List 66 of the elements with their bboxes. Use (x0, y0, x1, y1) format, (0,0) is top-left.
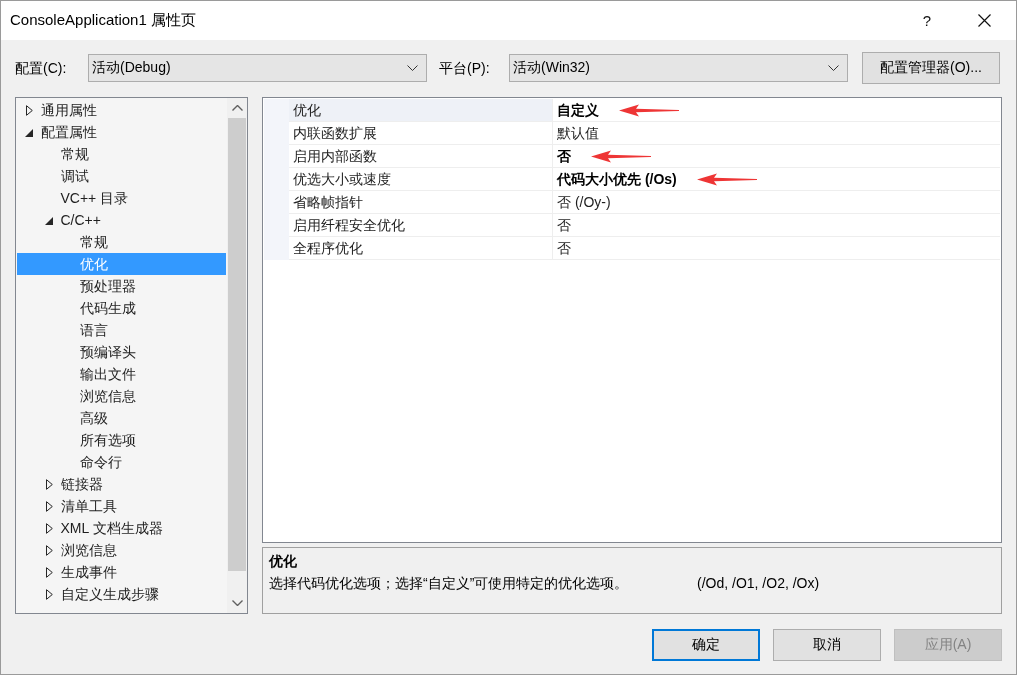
caret-right-icon[interactable] (45, 544, 53, 556)
caret-right-icon[interactable] (26, 104, 33, 116)
tree-item[interactable]: 常规 (17, 231, 226, 253)
scrollbar-thumb[interactable] (228, 118, 246, 571)
property-row[interactable]: 省略帧指针 否 (/Oy-) (264, 191, 1000, 214)
window-title: ConsoleApplication1 属性页 (10, 11, 196, 30)
tree-item[interactable]: 清单工具 (17, 495, 226, 517)
platform-label: 平台(P): (439, 59, 491, 78)
chevron-down-icon (407, 65, 418, 71)
property-value: 否 (/Oy-) (557, 193, 611, 212)
property-value: 默认值 (557, 124, 599, 143)
scrollbar[interactable] (227, 98, 247, 613)
property-row[interactable]: 优选大小或速度 代码大小优先 (/Os) (264, 168, 1000, 191)
tree-item[interactable]: 常规 (17, 143, 226, 165)
caret-right-icon[interactable] (45, 500, 53, 512)
dialog-button[interactable]: 确定 (652, 629, 760, 661)
caret-right-icon[interactable] (45, 588, 53, 600)
tree-item[interactable]: 链接器 (17, 473, 226, 495)
configuration-dropdown[interactable]: 活动(Debug) (88, 54, 427, 82)
tree-item[interactable]: 预处理器 (17, 275, 226, 297)
tree-item[interactable]: XML 文档生成器 (17, 517, 226, 539)
chevron-down-icon[interactable] (231, 600, 243, 606)
configuration-label: 配置(C): (15, 59, 68, 78)
tree-item[interactable]: 通用属性 (17, 99, 226, 121)
configuration-manager-button[interactable]: 配置管理器(O)... (862, 52, 1000, 84)
tree-item[interactable]: 预编译头 (17, 341, 226, 363)
property-row[interactable]: 优化 自定义 (264, 99, 1000, 122)
tree-item[interactable]: 语言 (17, 319, 226, 341)
tree-item[interactable]: 所有选项 (17, 429, 226, 451)
description-switches: (/Od, /O1, /O2, /Ox) (697, 574, 820, 593)
tree-item[interactable]: 自定义生成步骤 (17, 583, 226, 605)
help-button[interactable]: ? (904, 1, 950, 40)
platform-dropdown[interactable]: 活动(Win32) (509, 54, 848, 82)
property-value: 否 (557, 239, 571, 258)
property-row[interactable]: 启用内部函数 否 (264, 145, 1000, 168)
tree-item[interactable]: VC++ 目录 (17, 187, 226, 209)
tree-item[interactable]: 高级 (17, 407, 226, 429)
description-title: 优化 (269, 552, 298, 571)
caret-down-icon[interactable] (25, 129, 33, 137)
property-row[interactable]: 内联函数扩展 默认值 (264, 122, 1000, 145)
tree-item[interactable]: 调试 (17, 165, 226, 187)
caret-right-icon[interactable] (45, 566, 53, 578)
property-name[interactable]: 全程序优化 (289, 237, 553, 260)
description-text: 选择代码优化选项；选择“自定义”可使用特定的优化选项。 (269, 574, 630, 593)
chevron-down-icon (828, 65, 839, 71)
dialog-button[interactable]: 取消 (773, 629, 881, 661)
caret-right-icon[interactable] (45, 522, 53, 534)
tree-item[interactable]: 浏览信息 (17, 539, 226, 561)
property-value: 代码大小优先 (/Os) (557, 170, 677, 189)
tree-item[interactable]: 浏览信息 (17, 385, 226, 407)
property-value: 否 (557, 147, 571, 166)
tree-item[interactable]: 配置属性 (17, 121, 226, 143)
tree-item[interactable]: 输出文件 (17, 363, 226, 385)
chevron-up-icon[interactable] (231, 105, 243, 111)
tree-item[interactable]: 代码生成 (17, 297, 226, 319)
property-value: 自定义 (557, 101, 599, 120)
property-row[interactable]: 全程序优化 否 (264, 237, 1000, 260)
caret-right-icon[interactable] (45, 478, 53, 490)
caret-down-icon[interactable] (44, 217, 53, 225)
tree-item[interactable]: 命令行 (17, 451, 226, 473)
tree-item[interactable]: 生成事件 (17, 561, 226, 583)
property-value: 否 (557, 216, 571, 235)
close-icon (977, 14, 991, 27)
property-name[interactable]: 优化 (289, 99, 553, 122)
property-row[interactable]: 启用纤程安全优化 否 (264, 214, 1000, 237)
tree-item[interactable]: C/C++ (17, 209, 226, 231)
